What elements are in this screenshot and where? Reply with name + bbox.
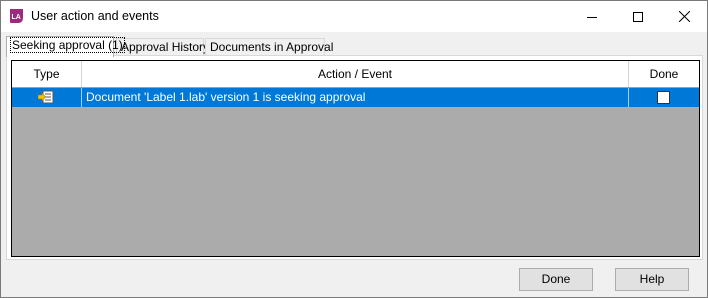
user-actions-dialog: LA User action and events Seeking approv… [0,0,708,298]
grid-header: Type Action / Event Done [12,61,699,88]
table-row[interactable]: Document 'Label 1.lab' version 1 is seek… [12,88,699,107]
tab-label: Documents in Approval [210,40,334,54]
close-icon [678,11,690,22]
type-cell[interactable] [12,88,82,107]
maximize-icon [633,11,643,22]
help-button[interactable]: Help [615,268,689,291]
minimize-button[interactable] [569,1,615,32]
app-logo-icon: LA [10,9,23,23]
column-header-action[interactable]: Action / Event [82,61,629,87]
tab-documents-in-approval[interactable]: Documents in Approval [205,38,333,56]
done-button[interactable]: Done [519,268,593,291]
actions-grid[interactable]: Type Action / Event Done Document 'Label… [11,60,700,257]
svg-text:LA: LA [12,14,21,21]
column-header-done[interactable]: Done [629,61,699,87]
tab-label: Seeking approval (1) [10,37,125,53]
done-checkbox[interactable] [657,91,670,104]
action-cell[interactable]: Document 'Label 1.lab' version 1 is seek… [82,88,629,107]
column-header-type[interactable]: Type [12,61,82,87]
tab-label: Approval History [121,40,210,54]
done-cell[interactable] [629,88,699,107]
window-title: User action and events [31,9,159,23]
document-approval-icon [38,90,54,104]
tab-approval-history[interactable]: Approval History [116,38,209,56]
tab-seeking-approval[interactable]: Seeking approval (1) [6,36,125,57]
tab-panel: Type Action / Event Done Document 'Label… [6,55,703,260]
title-bar: LA User action and events [1,1,707,32]
maximize-button[interactable] [615,1,661,32]
close-button[interactable] [661,1,707,32]
minimize-icon [587,16,597,18]
